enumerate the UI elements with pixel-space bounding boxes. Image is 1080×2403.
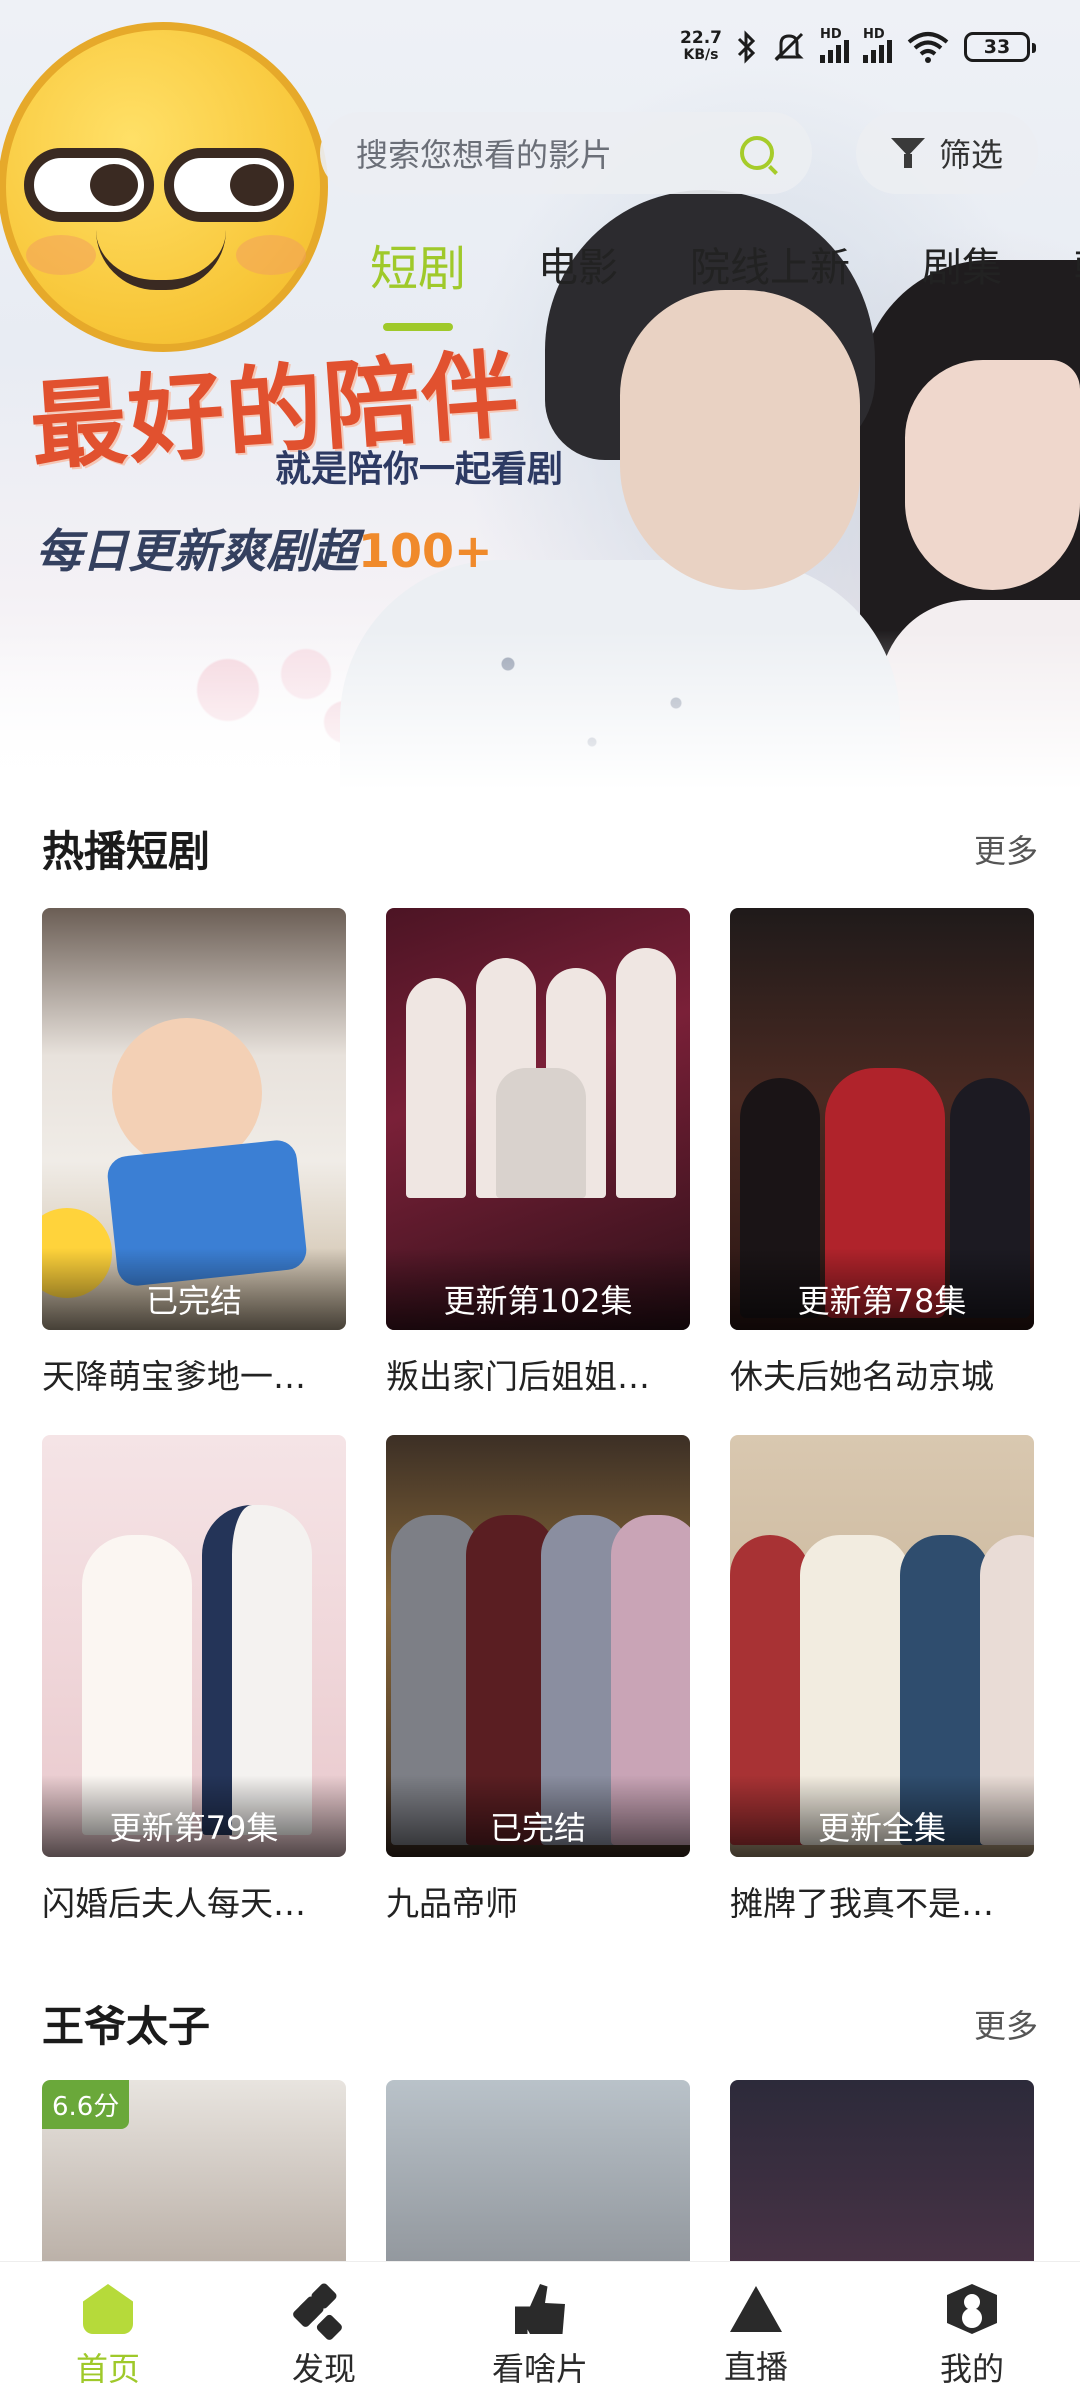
signal-sim2-icon: HD xyxy=(863,27,892,63)
nav-label: 发现 xyxy=(291,2350,356,2388)
episode-badge: 已完结 xyxy=(42,1248,346,1330)
drama-poster[interactable]: 已完结 xyxy=(386,1435,690,1857)
drama-card[interactable]: 6.6分 xyxy=(42,2080,346,2280)
episode-badge: 更新全集 xyxy=(730,1775,1034,1857)
drama-poster[interactable] xyxy=(730,2080,1034,2280)
bluetooth-icon xyxy=(737,30,756,64)
search-icon[interactable] xyxy=(740,136,774,170)
episode-badge: 更新第78集 xyxy=(730,1248,1034,1330)
emoji-right-eye xyxy=(164,148,294,222)
drama-poster[interactable] xyxy=(386,2080,690,2280)
speed-value: 22.7 xyxy=(680,28,722,48)
emoji-blush xyxy=(26,235,96,275)
sim2-label: HD xyxy=(863,27,885,42)
drama-card[interactable] xyxy=(730,2080,1034,2280)
battery-indicator: 33 xyxy=(964,32,1036,62)
hot-section-header: 热播短剧 更多 xyxy=(42,818,1038,879)
banner-daily: 每日更新爽剧超100+ xyxy=(36,515,493,581)
wifi-icon xyxy=(907,32,949,63)
drama-card[interactable] xyxy=(386,2080,690,2280)
poster-art xyxy=(386,2080,690,2280)
drama-poster[interactable]: 已完结 xyxy=(42,908,346,1330)
status-bar: 22.7 KB/s HD HD 33 xyxy=(680,27,1036,64)
tab-cinema-new[interactable]: 院线上新 xyxy=(690,235,850,299)
actor-face xyxy=(620,290,860,590)
section-title: 王爷太子 xyxy=(42,2002,211,2051)
banner-subline: 就是陪你一起看剧 xyxy=(275,449,564,490)
home-icon xyxy=(83,2284,133,2334)
nav-what-to-watch[interactable]: 看啥片 xyxy=(432,2262,648,2403)
drama-card[interactable]: 更新第78集 休夫后她名动京城 xyxy=(730,908,1034,1398)
actress-face xyxy=(905,360,1080,590)
filter-label: 筛选 xyxy=(938,136,1003,174)
hero-fade xyxy=(0,630,1080,790)
drama-title[interactable]: 摊牌了我真不是… xyxy=(730,1877,1030,1925)
emoji-blush xyxy=(236,235,306,275)
poster-art xyxy=(730,2080,1034,2280)
filter-icon xyxy=(890,136,925,170)
drama-poster[interactable]: 更新全集 xyxy=(730,1435,1034,1857)
speed-unit: KB/s xyxy=(683,47,719,63)
network-speed: 22.7 KB/s xyxy=(680,30,722,64)
more-link[interactable]: 更多 xyxy=(974,2001,1038,2047)
emoji-left-eye xyxy=(24,148,154,222)
search-placeholder: 搜索您想看的影片 xyxy=(356,136,613,174)
drama-card[interactable]: 更新第102集 叛出家门后姐姐… xyxy=(386,908,690,1398)
nav-label: 我的 xyxy=(939,2350,1004,2388)
emoji-avatar[interactable] xyxy=(0,22,328,352)
score-badge: 6.6分 xyxy=(42,2080,130,2129)
nav-live[interactable]: 直播 xyxy=(648,2262,864,2403)
mute-icon xyxy=(774,32,804,62)
thumb-up-icon xyxy=(515,2284,565,2334)
episode-badge: 更新第102集 xyxy=(386,1248,690,1330)
tab-short-drama[interactable]: 短剧 xyxy=(370,229,466,331)
tab-korean[interactable]: 韩 xyxy=(1074,235,1080,299)
emoji-mouth xyxy=(96,230,226,290)
section-title: 热播短剧 xyxy=(42,827,211,876)
filter-button[interactable]: 筛选 xyxy=(856,112,1038,194)
sim1-label: HD xyxy=(820,27,842,42)
drama-title[interactable]: 天降萌宝爹地一… xyxy=(42,1350,342,1398)
drama-poster[interactable]: 更新第78集 xyxy=(730,908,1034,1330)
category-tabs: 短剧 电影 院线上新 剧集 韩 xyxy=(370,235,1080,331)
prince-section-header: 王爷太子 更多 xyxy=(42,1993,1038,2054)
signal-sim1-icon: HD xyxy=(820,27,849,63)
profile-icon xyxy=(947,2284,997,2334)
bottom-nav: 首页 发现 看啥片 直播 我的 xyxy=(0,2261,1080,2403)
drama-poster[interactable]: 6.6分 xyxy=(42,2080,346,2280)
drama-title[interactable]: 闪婚后夫人每天… xyxy=(42,1877,342,1925)
drama-poster[interactable]: 更新第79集 xyxy=(42,1435,346,1857)
drama-card[interactable]: 更新全集 摊牌了我真不是… xyxy=(730,1435,1034,1925)
drama-card[interactable]: 更新第79集 闪婚后夫人每天… xyxy=(42,1435,346,1925)
tab-movie[interactable]: 电影 xyxy=(538,235,618,299)
more-link[interactable]: 更多 xyxy=(974,826,1038,872)
nav-label: 直播 xyxy=(723,2348,788,2386)
drama-card[interactable]: 已完结 九品帝师 xyxy=(386,1435,690,1925)
drama-card[interactable]: 已完结 天降萌宝爹地一… xyxy=(42,908,346,1398)
live-icon xyxy=(730,2286,782,2332)
nav-discover[interactable]: 发现 xyxy=(216,2262,432,2403)
discover-icon xyxy=(299,2284,349,2334)
drama-title[interactable]: 九品帝师 xyxy=(386,1877,686,1925)
drama-title[interactable]: 叛出家门后姐姐… xyxy=(386,1350,686,1398)
nav-label: 看啥片 xyxy=(491,2350,588,2388)
nav-home[interactable]: 首页 xyxy=(0,2262,216,2403)
search-input[interactable]: 搜索您想看的影片 xyxy=(320,112,812,194)
nav-profile[interactable]: 我的 xyxy=(864,2262,1080,2403)
episode-badge: 已完结 xyxy=(386,1775,690,1857)
drama-title[interactable]: 休夫后她名动京城 xyxy=(730,1350,1030,1398)
tab-series[interactable]: 剧集 xyxy=(922,235,1002,299)
drama-poster[interactable]: 更新第102集 xyxy=(386,908,690,1330)
banner-daily-count: 100+ xyxy=(358,524,493,578)
episode-badge: 更新第79集 xyxy=(42,1775,346,1857)
banner-daily-text: 每日更新爽剧超 xyxy=(36,524,358,578)
nav-label: 首页 xyxy=(75,2350,140,2388)
